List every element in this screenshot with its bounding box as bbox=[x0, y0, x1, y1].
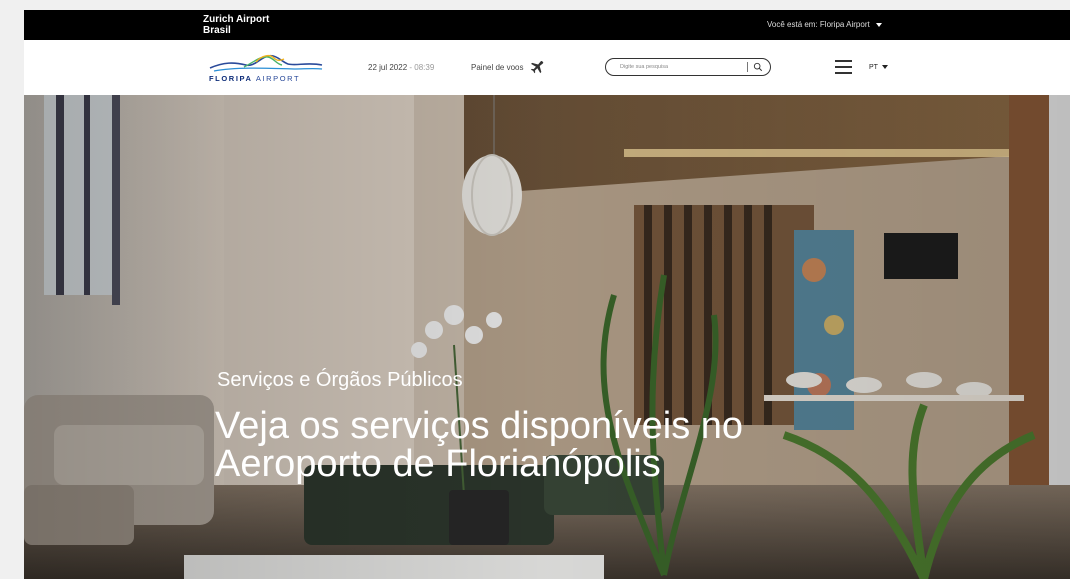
location-label: Você está em: Floripa Airport bbox=[767, 20, 870, 29]
hero-banner: Serviços e Órgãos Públicos Veja os servi… bbox=[24, 95, 1070, 579]
current-time: 08:39 bbox=[414, 63, 435, 72]
search-box[interactable] bbox=[605, 58, 771, 76]
floripa-logo[interactable]: FLORIPA AIRPORT bbox=[204, 52, 328, 86]
zurich-brand[interactable]: Zurich Airport Brasil bbox=[203, 14, 269, 36]
brand-line-1: Zurich Airport bbox=[203, 14, 270, 25]
language-selector[interactable]: PT bbox=[869, 64, 888, 71]
page: Zurich Airport Brasil Você está em: Flor… bbox=[24, 10, 1070, 579]
current-date: 22 jul 2022 bbox=[368, 63, 408, 72]
search-divider bbox=[747, 62, 748, 72]
logo-wordmark: FLORIPA AIRPORT bbox=[209, 74, 300, 83]
flight-panel-label: Painel de voos bbox=[471, 62, 524, 72]
hero-subtitle: Serviços e Órgãos Públicos bbox=[217, 369, 463, 391]
language-label: PT bbox=[869, 64, 878, 71]
location-selector[interactable]: Você está em: Floripa Airport bbox=[767, 20, 882, 29]
logo-word-floripa: FLORIPA bbox=[209, 74, 253, 83]
logo-waves-icon bbox=[209, 54, 323, 72]
top-bar: Zurich Airport Brasil Você está em: Flor… bbox=[24, 10, 1070, 40]
search-icon[interactable] bbox=[753, 62, 763, 72]
logo-word-airport: AIRPORT bbox=[252, 74, 301, 83]
caret-down-icon bbox=[881, 65, 888, 70]
hamburger-menu-icon[interactable] bbox=[835, 60, 852, 74]
search-input[interactable] bbox=[620, 64, 750, 70]
header: FLORIPA AIRPORT 22 jul 2022 - 08:39 Pain… bbox=[24, 40, 1070, 95]
flight-panel-link[interactable]: Painel de voos bbox=[471, 59, 545, 75]
hero-overlay bbox=[24, 95, 1070, 579]
caret-down-icon bbox=[875, 22, 882, 27]
current-datetime: 22 jul 2022 - 08:39 bbox=[368, 63, 434, 72]
hero-title: Veja os serviços disponíveis no Aeroport… bbox=[215, 405, 744, 485]
plane-icon bbox=[531, 60, 544, 74]
brand-line-2: Brasil bbox=[203, 25, 231, 36]
